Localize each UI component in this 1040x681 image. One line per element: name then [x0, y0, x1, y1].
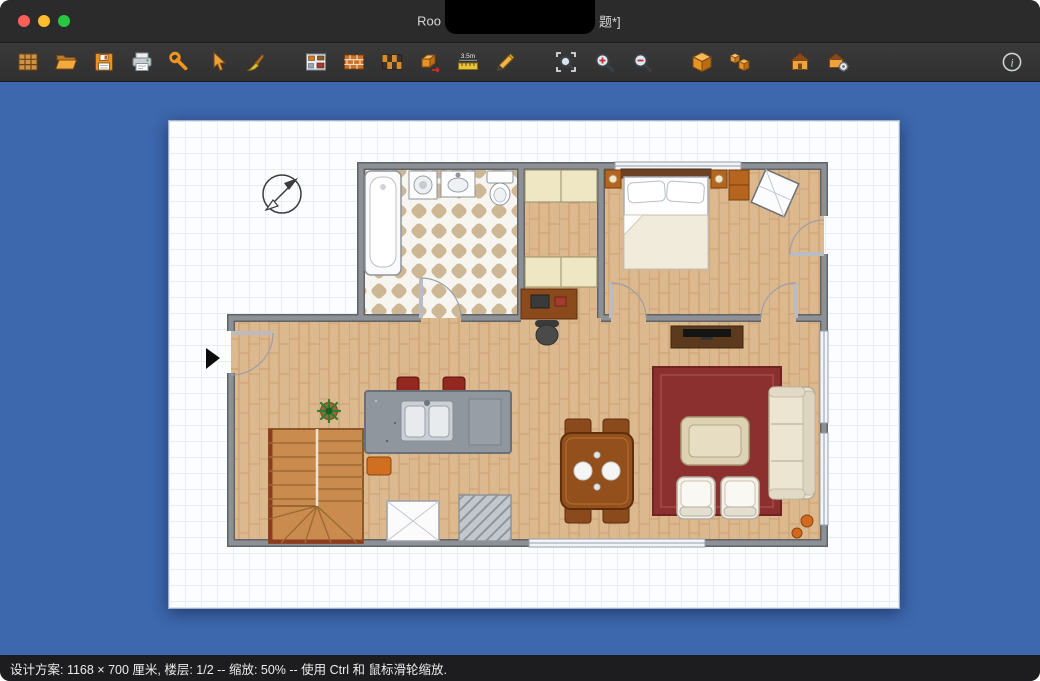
new-grid-icon — [16, 50, 40, 74]
house-gear-icon — [826, 50, 850, 74]
save-button[interactable] — [90, 48, 118, 76]
dining-set[interactable] — [561, 419, 633, 523]
wardrobe[interactable] — [525, 170, 597, 202]
insert-objects-button[interactable] — [302, 48, 330, 76]
zoom-button[interactable] — [58, 15, 70, 27]
objects-3d-button[interactable] — [726, 48, 754, 76]
move-box-icon — [418, 50, 442, 74]
dresser[interactable] — [729, 170, 749, 200]
armchair[interactable] — [721, 477, 759, 519]
measure-label: 3.5m — [461, 53, 475, 60]
status-text: 设计方案: 1168 × 700 厘米, 楼层: 1/2 -- 缩放: 50% … — [10, 659, 447, 678]
measure-icon: 3.5m — [456, 50, 480, 74]
bathroom-sink[interactable] — [441, 171, 475, 197]
brush-button[interactable] — [242, 48, 270, 76]
cubes-3d-icon — [728, 50, 752, 74]
office-chair[interactable] — [535, 320, 559, 345]
select-pointer-button[interactable] — [204, 48, 232, 76]
floor-tiles-button[interactable] — [378, 48, 406, 76]
nightstand[interactable] — [605, 170, 621, 188]
view-3d-button[interactable] — [688, 48, 716, 76]
move-object-button[interactable] — [416, 48, 444, 76]
window-controls — [18, 15, 70, 27]
bar-stool[interactable] — [367, 457, 391, 475]
close-button[interactable] — [18, 15, 30, 27]
save-floppy-icon — [92, 50, 116, 74]
floor-tiles-icon — [380, 50, 404, 74]
bed[interactable] — [621, 169, 711, 269]
open-folder-icon — [54, 50, 78, 74]
info-icon: i — [1000, 50, 1024, 74]
mouse-cursor — [206, 348, 220, 369]
brush-icon — [244, 50, 268, 74]
potted-plant[interactable] — [318, 400, 340, 422]
washing-machine[interactable] — [409, 171, 437, 199]
hatch-cabinet[interactable] — [459, 495, 511, 541]
nightstand[interactable] — [711, 170, 727, 188]
info-button[interactable]: i — [998, 48, 1026, 76]
minimize-button[interactable] — [38, 15, 50, 27]
bathtub[interactable] — [365, 171, 401, 275]
staircase[interactable] — [269, 429, 363, 543]
zoom-in-icon — [592, 50, 616, 74]
tools-button[interactable] — [166, 48, 194, 76]
status-bar: 设计方案: 1168 × 700 厘米, 楼层: 1/2 -- 缩放: 50% … — [0, 655, 1040, 681]
zoom-in-button[interactable] — [590, 48, 618, 76]
sofa[interactable] — [769, 387, 815, 499]
pointer-icon — [206, 50, 230, 74]
measure-button[interactable]: 3.5m — [454, 48, 482, 76]
new-button[interactable] — [14, 48, 42, 76]
zoom-region-icon — [554, 50, 578, 74]
pencil-icon — [494, 50, 518, 74]
wall-tool-button[interactable] — [340, 48, 368, 76]
print-button[interactable] — [128, 48, 156, 76]
design-canvas[interactable] — [168, 120, 900, 609]
scene-settings-button[interactable] — [824, 48, 852, 76]
room-objects-icon — [304, 50, 328, 74]
zoom-to-selection-button[interactable] — [552, 48, 580, 76]
print-icon — [130, 50, 154, 74]
title-bar: Roo 题*] — [0, 0, 1040, 43]
house-icon — [788, 50, 812, 74]
walkthrough-button[interactable] — [786, 48, 814, 76]
main-toolbar: 3.5m — [0, 43, 1040, 82]
info-glyph: i — [1010, 56, 1013, 70]
brick-wall-icon — [342, 50, 366, 74]
corner-unit[interactable] — [387, 501, 439, 541]
cabinet[interactable] — [525, 257, 597, 287]
armchair[interactable] — [677, 477, 715, 519]
zoom-out-button[interactable] — [628, 48, 656, 76]
workspace-background — [0, 82, 1040, 655]
draw-button[interactable] — [492, 48, 520, 76]
coffee-table[interactable] — [681, 417, 749, 465]
tv-console[interactable] — [671, 326, 743, 348]
app-window: Roo 题*] — [0, 0, 1040, 681]
desk[interactable] — [521, 289, 577, 319]
compass[interactable] — [263, 175, 301, 213]
wrench-icon — [168, 50, 192, 74]
floor-plan[interactable] — [169, 121, 899, 608]
camera-notch — [445, 0, 595, 34]
zoom-out-icon — [630, 50, 654, 74]
cube-3d-icon — [690, 50, 714, 74]
open-button[interactable] — [52, 48, 80, 76]
window-title-left: Roo — [417, 14, 441, 29]
window-title-right: 题*] — [599, 12, 621, 31]
